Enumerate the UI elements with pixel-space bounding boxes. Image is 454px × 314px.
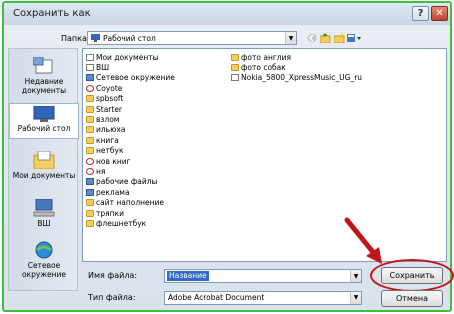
file-item[interactable]: Starter bbox=[86, 104, 122, 114]
file-item-name: взлом bbox=[96, 114, 120, 124]
my-documents-icon bbox=[33, 151, 55, 169]
save-as-dialog: Сохранить как ? ✕ Папка: Рабочий стол ▼ … bbox=[2, 1, 454, 312]
recent-documents-icon bbox=[33, 57, 53, 74]
folder-label: Папка: bbox=[61, 34, 90, 43]
file-item[interactable]: тряпки bbox=[86, 208, 124, 218]
places-bar: Недавние документы Рабочий стол Мои доку… bbox=[8, 48, 79, 291]
file-item-name: реклама bbox=[96, 187, 130, 197]
file-icon bbox=[86, 84, 94, 92]
file-icon bbox=[86, 63, 94, 71]
file-icon bbox=[86, 74, 94, 82]
file-item[interactable]: сайт наполнение bbox=[86, 198, 164, 208]
filetype-label: Тип файла: bbox=[88, 293, 136, 302]
file-item-name: Starter bbox=[96, 104, 123, 114]
filename-input[interactable]: Название ▼ bbox=[164, 269, 362, 283]
file-list[interactable]: Мои документы ВШ Сетевое окружение Coyote sp… bbox=[82, 48, 447, 262]
save-highlight-annotation bbox=[370, 259, 454, 292]
desktop-small-icon bbox=[91, 34, 100, 42]
folder-icon bbox=[86, 147, 94, 155]
file-item-name: фото англия bbox=[241, 52, 291, 62]
folder-icon bbox=[86, 219, 94, 227]
folder-icon bbox=[231, 53, 239, 61]
file-item[interactable]: Сетевое окружение bbox=[86, 73, 175, 83]
file-icon bbox=[86, 53, 94, 61]
folder-icon bbox=[86, 209, 94, 217]
place-my-documents[interactable]: Мои документы bbox=[9, 151, 79, 180]
file-item[interactable]: ильюха bbox=[86, 125, 125, 135]
cancel-button[interactable]: Отмена bbox=[381, 290, 443, 307]
network-icon bbox=[35, 241, 53, 259]
file-icon bbox=[86, 178, 94, 186]
file-item[interactable]: рабочие файлы bbox=[86, 177, 157, 187]
file-item-name: ня bbox=[96, 166, 106, 176]
folder-icon bbox=[86, 105, 94, 113]
file-item-name: флешнетбук bbox=[96, 218, 147, 228]
file-item[interactable]: ВШ bbox=[86, 62, 109, 72]
filetype-select[interactable]: Adobe Acrobat Document ▼ bbox=[164, 291, 362, 305]
file-item-name: книга bbox=[96, 135, 119, 145]
file-item-name: Сетевое окружение bbox=[96, 73, 175, 83]
folder-select[interactable]: Рабочий стол ▼ bbox=[87, 31, 297, 45]
file-item-name: spbsoft bbox=[96, 94, 124, 104]
file-item-name: нов книг bbox=[96, 156, 131, 166]
file-item[interactable]: Nokia_5800_XpressMusic_UG_ru bbox=[231, 73, 362, 83]
file-item[interactable]: Мои документы bbox=[86, 52, 159, 62]
file-item-name: рабочие файлы bbox=[96, 177, 158, 187]
file-item-name: Мои документы bbox=[96, 52, 159, 62]
chevron-down-icon[interactable]: ▼ bbox=[285, 32, 296, 44]
close-icon: ✕ bbox=[435, 8, 444, 19]
folder-icon bbox=[86, 199, 94, 207]
desktop-icon bbox=[33, 106, 55, 122]
folder-value: Рабочий стол bbox=[103, 33, 156, 43]
folder-icon bbox=[86, 95, 94, 103]
place-recent-documents[interactable]: Недавние документы bbox=[9, 57, 79, 95]
folder-icon bbox=[86, 115, 94, 123]
file-item[interactable]: spbsoft bbox=[86, 94, 123, 104]
filetype-value: Adobe Acrobat Document bbox=[168, 293, 265, 302]
place-computer[interactable]: ВШ bbox=[9, 199, 79, 228]
file-item[interactable]: флешнетбук bbox=[86, 218, 146, 228]
views-menu-icon[interactable] bbox=[347, 32, 361, 43]
folder-icon bbox=[86, 126, 94, 134]
filename-label: Имя файла: bbox=[88, 271, 138, 280]
filename-dropdown-icon[interactable]: ▼ bbox=[350, 270, 361, 282]
file-item-name: сайт наполнение bbox=[96, 198, 165, 208]
close-button[interactable]: ✕ bbox=[431, 6, 448, 21]
file-item-name: фото собак bbox=[241, 62, 286, 72]
file-item[interactable]: нетбук bbox=[86, 146, 123, 156]
place-network[interactable]: Сетевое окружение bbox=[9, 241, 79, 279]
file-item-name: Coyote bbox=[96, 83, 123, 93]
filename-value: Название bbox=[167, 271, 209, 281]
help-icon: ? bbox=[417, 8, 424, 19]
red-arrow-annotation bbox=[344, 217, 382, 264]
window-title: Сохранить как bbox=[13, 8, 91, 19]
place-desktop[interactable]: Рабочий стол bbox=[9, 103, 79, 139]
file-item[interactable]: взлом bbox=[86, 114, 119, 124]
file-item-name: Nokia_5800_XpressMusic_UG_ru bbox=[241, 73, 363, 83]
file-item-name: нетбук bbox=[96, 146, 124, 156]
file-item[interactable]: фото англия bbox=[231, 52, 291, 62]
file-item[interactable]: фото собак bbox=[231, 62, 286, 72]
file-item[interactable]: ня bbox=[86, 166, 105, 176]
folder-icon bbox=[86, 136, 94, 144]
file-item-name: ВШ bbox=[96, 62, 110, 72]
file-item[interactable]: книга bbox=[86, 135, 119, 145]
file-item-name: ильюха bbox=[96, 125, 126, 135]
folder-icon bbox=[231, 63, 239, 71]
title-bar: Сохранить как ? ✕ bbox=[4, 3, 450, 25]
file-icon bbox=[86, 157, 94, 165]
file-item[interactable]: Coyote bbox=[86, 83, 122, 93]
back-icon[interactable] bbox=[306, 32, 317, 43]
new-folder-icon[interactable] bbox=[334, 32, 345, 43]
computer-icon bbox=[33, 199, 55, 217]
file-icon bbox=[231, 74, 239, 82]
file-item[interactable]: реклама bbox=[86, 187, 130, 197]
help-button[interactable]: ? bbox=[412, 6, 429, 21]
filetype-dropdown-icon[interactable]: ▼ bbox=[350, 292, 361, 304]
up-folder-icon[interactable] bbox=[320, 32, 331, 43]
file-icon bbox=[86, 188, 94, 196]
file-icon bbox=[86, 167, 94, 175]
file-item-name: тряпки bbox=[96, 208, 124, 218]
file-item[interactable]: нов книг bbox=[86, 156, 131, 166]
